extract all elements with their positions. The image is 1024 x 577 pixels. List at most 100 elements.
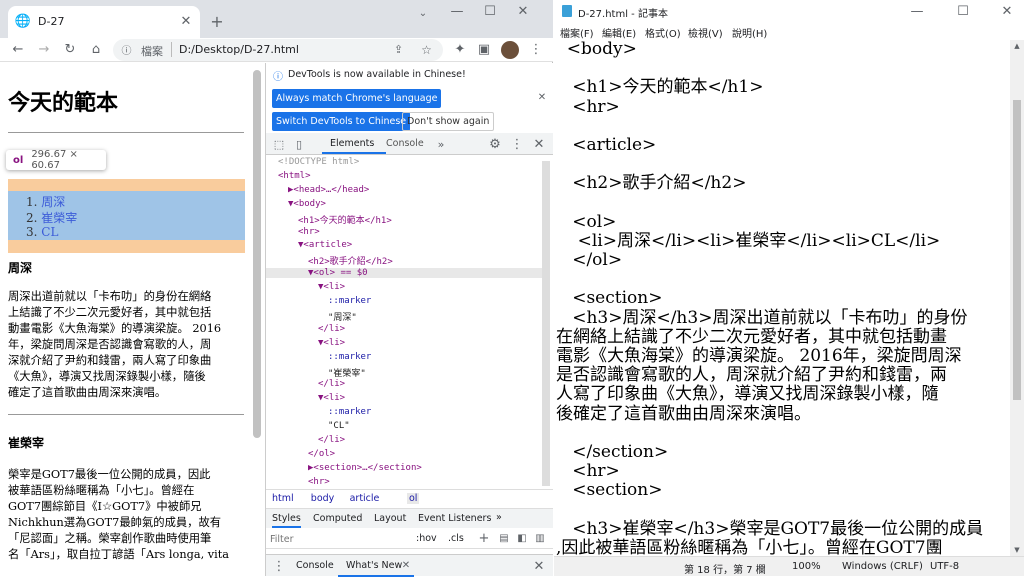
dom-node[interactable]: ▼<body> bbox=[288, 199, 326, 209]
extensions-icon[interactable]: ✦ bbox=[452, 41, 468, 57]
text-line: <h1>今天的範本</h1> bbox=[556, 77, 764, 98]
close-window-icon[interactable]: ✕ bbox=[516, 4, 530, 19]
minimize-icon[interactable]: — bbox=[910, 4, 924, 19]
computed-sidebar-icon[interactable]: ▤ bbox=[498, 532, 510, 544]
more-tabs-icon[interactable]: » bbox=[434, 137, 448, 151]
close-devtools-icon[interactable]: ✕ bbox=[532, 137, 546, 152]
dom-node[interactable]: </li> bbox=[318, 324, 345, 334]
page-scrollbar[interactable] bbox=[253, 70, 261, 438]
address-bar[interactable]: ⓘ 檔案 D:/Desktop/D-27.html ⇪ ☆ bbox=[113, 39, 443, 61]
menu-item[interactable]: 格式(O) bbox=[645, 25, 681, 40]
tab-elements[interactable]: Elements bbox=[330, 138, 374, 149]
toggle-sidebar-icon[interactable]: ▥ bbox=[534, 532, 546, 544]
inspect-icon[interactable]: ⬚ bbox=[272, 137, 286, 151]
class-toggle[interactable]: .cls bbox=[448, 533, 464, 544]
hover-state-toggle[interactable]: :hov bbox=[416, 533, 437, 544]
avatar[interactable] bbox=[501, 41, 519, 59]
info-icon[interactable]: ⓘ bbox=[120, 43, 133, 57]
element-tooltip: ol 296.67 × 60.67 bbox=[6, 149, 106, 171]
styles-filter-input[interactable] bbox=[270, 532, 410, 546]
color-format-icon[interactable]: ◧ bbox=[516, 532, 528, 544]
page-heading: 今天的範本 bbox=[8, 91, 119, 116]
switch-language-button[interactable]: Switch DevTools to Chinese bbox=[272, 112, 411, 131]
devtools-panel: ⓘ DevTools is now available in Chinese! … bbox=[265, 63, 553, 577]
styles-tab[interactable]: Event Listeners bbox=[418, 513, 491, 524]
text-line: 周深出道前就以「卡布叻」的身份在網絡 bbox=[8, 290, 212, 303]
section-heading: 周深 bbox=[8, 261, 33, 275]
dom-node[interactable]: ::marker bbox=[328, 352, 371, 362]
back-icon[interactable]: ← bbox=[10, 41, 26, 57]
close-tab-icon[interactable]: ✕ bbox=[178, 13, 194, 29]
breadcrumb-item[interactable]: ol bbox=[407, 493, 420, 504]
breadcrumb-item[interactable]: body bbox=[311, 493, 335, 504]
dom-node[interactable]: <hr> bbox=[308, 477, 330, 487]
maximize-icon[interactable]: ☐ bbox=[483, 4, 497, 19]
dom-node[interactable]: ▼<article> bbox=[298, 240, 352, 250]
side-panel-icon[interactable]: ▣ bbox=[476, 41, 492, 57]
scroll-down-icon[interactable]: ▼ bbox=[1010, 544, 1024, 556]
tooltip-size: 296.67 × 60.67 bbox=[31, 149, 78, 171]
bookmark-star-icon[interactable]: ☆ bbox=[419, 42, 434, 57]
dom-node[interactable]: ▼<ol> == $0 bbox=[266, 268, 542, 279]
dom-node[interactable]: ▶<section>…</section> bbox=[308, 463, 422, 473]
reload-icon[interactable]: ↻ bbox=[62, 41, 78, 57]
dom-scrollbar[interactable] bbox=[542, 161, 550, 486]
dom-node[interactable]: "CL" bbox=[328, 421, 350, 431]
drawer-tab-whats-new[interactable]: What's New bbox=[346, 560, 402, 571]
drawer-tab-console[interactable]: Console bbox=[296, 560, 334, 571]
dom-node[interactable]: ▼<li> bbox=[318, 282, 345, 292]
settings-gear-icon[interactable]: ⚙ bbox=[488, 137, 502, 152]
share-icon[interactable]: ⇪ bbox=[391, 42, 406, 57]
device-toolbar-icon[interactable]: ▯ bbox=[292, 137, 306, 151]
more-tabs-icon[interactable]: » bbox=[496, 512, 502, 523]
notepad-scrollbar-thumb[interactable] bbox=[1013, 100, 1021, 400]
scroll-up-icon[interactable]: ▲ bbox=[1010, 40, 1024, 52]
dom-node[interactable]: </li> bbox=[318, 435, 345, 445]
dom-node[interactable]: ::marker bbox=[328, 407, 371, 417]
tab-search-icon[interactable]: ⌄ bbox=[416, 6, 430, 20]
styles-tab[interactable]: Layout bbox=[374, 513, 406, 524]
styles-tab[interactable]: Styles bbox=[272, 513, 301, 528]
dom-node[interactable]: <h2>歌手介紹</h2> bbox=[308, 254, 393, 267]
close-window-icon[interactable]: ✕ bbox=[1000, 4, 1014, 19]
menu-item[interactable]: 檢視(V) bbox=[688, 25, 723, 40]
styles-tab[interactable]: Computed bbox=[313, 513, 362, 524]
menu-item[interactable]: 檔案(F) bbox=[560, 25, 594, 40]
dom-node[interactable]: </li> bbox=[318, 379, 345, 389]
home-icon[interactable]: ⌂ bbox=[88, 41, 104, 57]
dom-node[interactable]: ▼<li> bbox=[318, 393, 345, 403]
close-banner-icon[interactable]: ✕ bbox=[536, 91, 548, 103]
minimize-icon[interactable]: — bbox=[450, 4, 464, 19]
drawer-menu-icon[interactable]: ⋮ bbox=[272, 559, 286, 574]
close-drawer-icon[interactable]: ✕ bbox=[532, 559, 546, 574]
dom-node[interactable]: <h1>今天的範本</h1> bbox=[298, 213, 392, 226]
breadcrumb-item[interactable]: article bbox=[350, 493, 380, 504]
status-encoding: UTF-8 bbox=[930, 561, 960, 572]
dont-show-again-button[interactable]: Don't show again bbox=[402, 112, 495, 131]
menu-kebab-icon[interactable]: ⋮ bbox=[528, 41, 544, 57]
close-drawer-tab-icon[interactable]: ✕ bbox=[400, 559, 412, 571]
browser-tab[interactable]: 🌐 D-27 ✕ bbox=[8, 6, 200, 38]
new-tab-icon[interactable]: + bbox=[208, 12, 226, 31]
devtools-menu-icon[interactable]: ⋮ bbox=[510, 137, 524, 152]
breadcrumb-item[interactable]: html bbox=[272, 493, 294, 504]
menu-item[interactable]: 編輯(E) bbox=[602, 25, 636, 40]
forward-icon[interactable]: → bbox=[36, 41, 52, 57]
maximize-icon[interactable]: ☐ bbox=[956, 4, 970, 19]
dom-node[interactable]: ::marker bbox=[328, 296, 371, 306]
dom-node[interactable]: "崔榮宰" bbox=[328, 366, 366, 379]
dom-node[interactable]: </ol> bbox=[308, 449, 335, 459]
dom-node[interactable]: ▼<li> bbox=[318, 338, 345, 348]
add-rule-icon[interactable]: + bbox=[478, 531, 490, 546]
dom-node[interactable]: <html> bbox=[278, 171, 311, 181]
menu-item[interactable]: 說明(H) bbox=[732, 25, 767, 40]
breadcrumb: html body article ol bbox=[266, 489, 553, 505]
dom-node[interactable]: ▶<head>…</head> bbox=[288, 185, 369, 195]
notepad-text-area[interactable]: <body> <h1>今天的範本</h1> <hr> <article> <h2… bbox=[556, 40, 1006, 556]
dom-node[interactable]: <!DOCTYPE html> bbox=[278, 157, 359, 167]
dom-node[interactable]: "周深" bbox=[328, 310, 357, 323]
dom-node[interactable]: <hr> bbox=[298, 227, 320, 237]
match-language-button[interactable]: Always match Chrome's language bbox=[272, 89, 442, 108]
drawer-tabbar: ⋮ Console What's New ✕ ✕ bbox=[266, 554, 553, 577]
tab-console[interactable]: Console bbox=[386, 138, 424, 149]
